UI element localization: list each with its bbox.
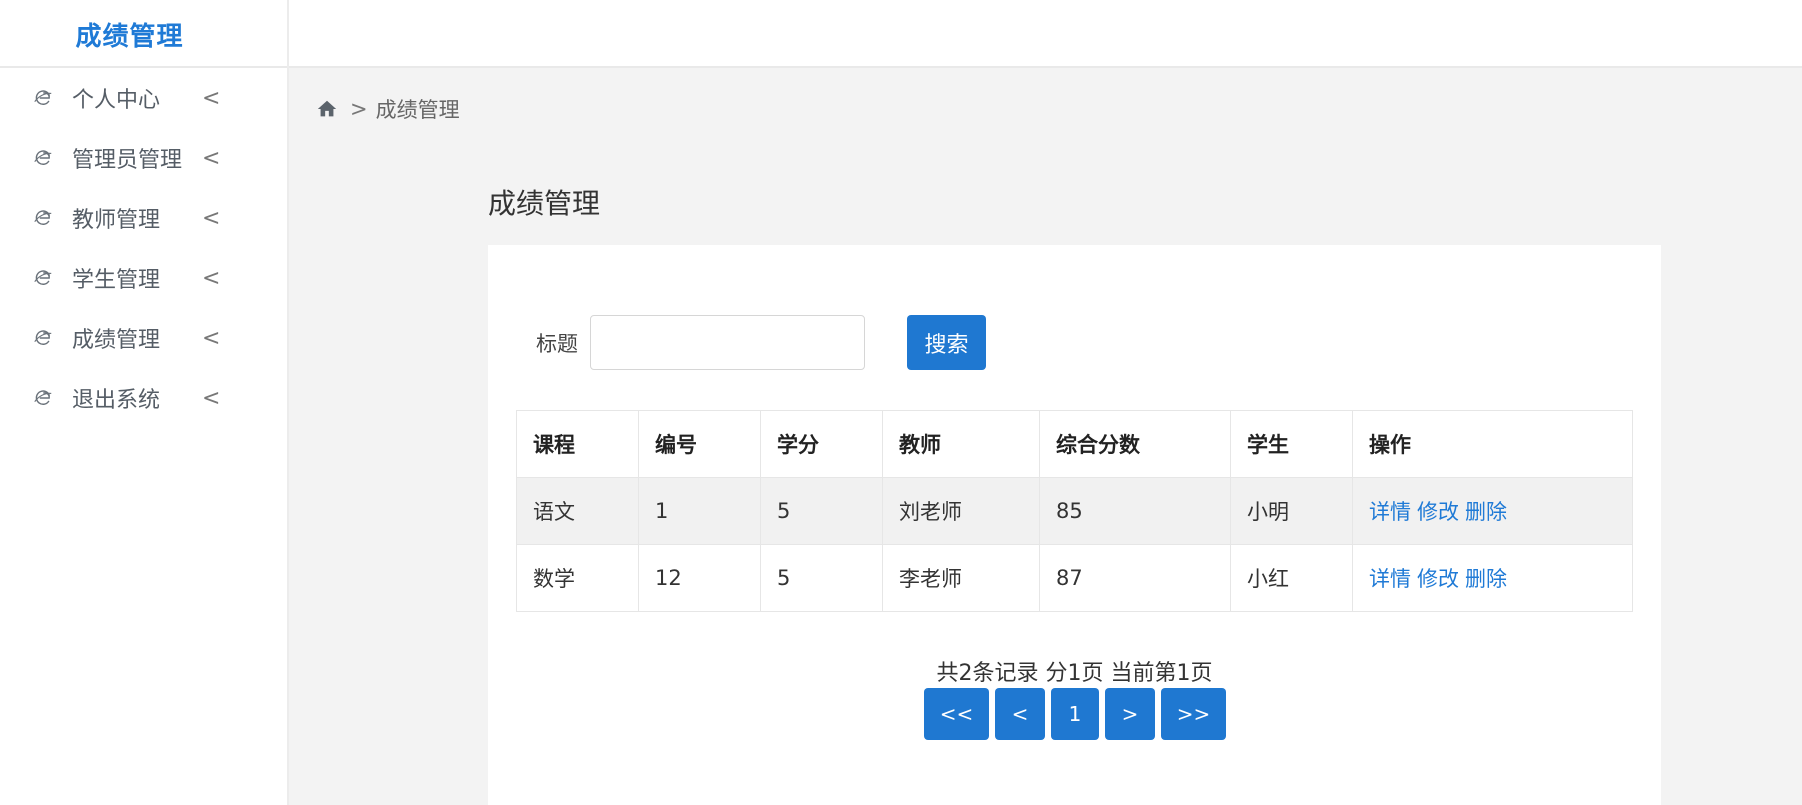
cell-credit: 5 (760, 544, 883, 612)
chevron-left-icon: < (202, 145, 221, 171)
top-bar: 成绩管理 (0, 0, 1802, 68)
detail-link[interactable]: 详情 (1369, 500, 1411, 524)
app-title[interactable]: 成绩管理 (75, 16, 183, 53)
edit-link[interactable]: 修改 (1417, 567, 1459, 591)
sidebar-item-grade-management[interactable]: 成绩管理 < (0, 308, 287, 368)
sidebar-item-admin-management[interactable]: 管理员管理 < (0, 128, 287, 188)
sidebar-item-personal-center[interactable]: 个人中心 < (0, 68, 287, 128)
cell-teacher: 刘老师 (882, 477, 1040, 545)
cell-id: 12 (638, 544, 761, 612)
search-input[interactable] (590, 315, 865, 370)
ie-e-icon (34, 330, 52, 345)
pagination-info: 共2条记录 分1页 当前第1页 (936, 661, 1213, 686)
delete-link[interactable]: 删除 (1465, 567, 1507, 591)
sidebar-item-label: 教师管理 (72, 208, 161, 233)
ie-e-icon (34, 270, 52, 285)
cell-id: 1 (638, 477, 761, 545)
table-header-row: 课程 编号 学分 教师 综合分数 学生 操作 (516, 410, 1633, 478)
detail-link[interactable]: 详情 (1369, 567, 1411, 591)
column-header-actions: 操作 (1352, 410, 1633, 478)
column-header-score: 综合分数 (1039, 410, 1231, 478)
sidebar-item-label: 个人中心 (72, 88, 161, 113)
sidebar-item-label: 学生管理 (72, 268, 161, 293)
column-header-id: 编号 (638, 410, 761, 478)
chevron-left-icon: < (202, 205, 221, 231)
table-row: 数学 12 5 李老师 87 小红 详情 修改 删除 (516, 544, 1633, 612)
sidebar-item-logout[interactable]: 退出系统 < (0, 368, 287, 428)
delete-link[interactable]: 删除 (1465, 500, 1507, 524)
last-page-button[interactable]: >> (1161, 688, 1226, 740)
chevron-left-icon: < (202, 85, 221, 111)
chevron-left-icon: < (202, 325, 221, 351)
table-row: 语文 1 5 刘老师 85 小明 详情 修改 删除 (516, 477, 1633, 545)
ie-e-icon (34, 90, 52, 105)
breadcrumb-separator: > (350, 97, 368, 121)
cell-teacher: 李老师 (882, 544, 1040, 612)
sidebar-item-label: 成绩管理 (72, 328, 161, 353)
breadcrumb-current: 成绩管理 (375, 98, 460, 122)
search-bar: 标题 搜索 (536, 315, 986, 370)
grades-table: 课程 编号 学分 教师 综合分数 学生 操作 语文 1 5 刘老师 85 小明 … (516, 410, 1633, 612)
chevron-left-icon: < (202, 265, 221, 291)
cell-course: 语文 (516, 477, 639, 545)
sidebar-item-student-management[interactable]: 学生管理 < (0, 248, 287, 308)
column-header-credit: 学分 (760, 410, 883, 478)
cell-actions: 详情 修改 删除 (1352, 544, 1633, 612)
logo-area: 成绩管理 (0, 0, 289, 68)
page-1-button[interactable]: 1 (1051, 688, 1099, 740)
cell-student: 小红 (1230, 544, 1353, 612)
page-title: 成绩管理 (488, 187, 601, 220)
content-card: 标题 搜索 课程 编号 学分 教师 综合分数 学生 操作 语文 1 5 刘老师 … (488, 245, 1661, 805)
search-button[interactable]: 搜索 (907, 315, 986, 370)
prev-page-button[interactable]: < (995, 688, 1045, 740)
cell-score: 85 (1039, 477, 1231, 545)
cell-course: 数学 (516, 544, 639, 612)
ie-e-icon (34, 150, 52, 165)
cell-score: 87 (1039, 544, 1231, 612)
cell-student: 小明 (1230, 477, 1353, 545)
first-page-button[interactable]: << (924, 688, 989, 740)
column-header-course: 课程 (516, 410, 639, 478)
search-label: 标题 (536, 331, 578, 356)
ie-e-icon (34, 210, 52, 225)
cell-actions: 详情 修改 删除 (1352, 477, 1633, 545)
next-page-button[interactable]: > (1105, 688, 1155, 740)
home-icon[interactable] (316, 98, 338, 120)
sidebar-item-label: 退出系统 (72, 388, 161, 413)
cell-credit: 5 (760, 477, 883, 545)
breadcrumb: > 成绩管理 (316, 94, 460, 124)
edit-link[interactable]: 修改 (1417, 500, 1459, 524)
pagination: << < 1 > >> (924, 688, 1226, 740)
column-header-student: 学生 (1230, 410, 1353, 478)
chevron-left-icon: < (202, 385, 221, 411)
sidebar: 个人中心 < 管理员管理 < 教师管理 < 学生管理 < 成绩管理 < 退出系统… (0, 68, 289, 805)
sidebar-item-label: 管理员管理 (72, 148, 183, 173)
column-header-teacher: 教师 (882, 410, 1040, 478)
ie-e-icon (34, 390, 52, 405)
sidebar-item-teacher-management[interactable]: 教师管理 < (0, 188, 287, 248)
